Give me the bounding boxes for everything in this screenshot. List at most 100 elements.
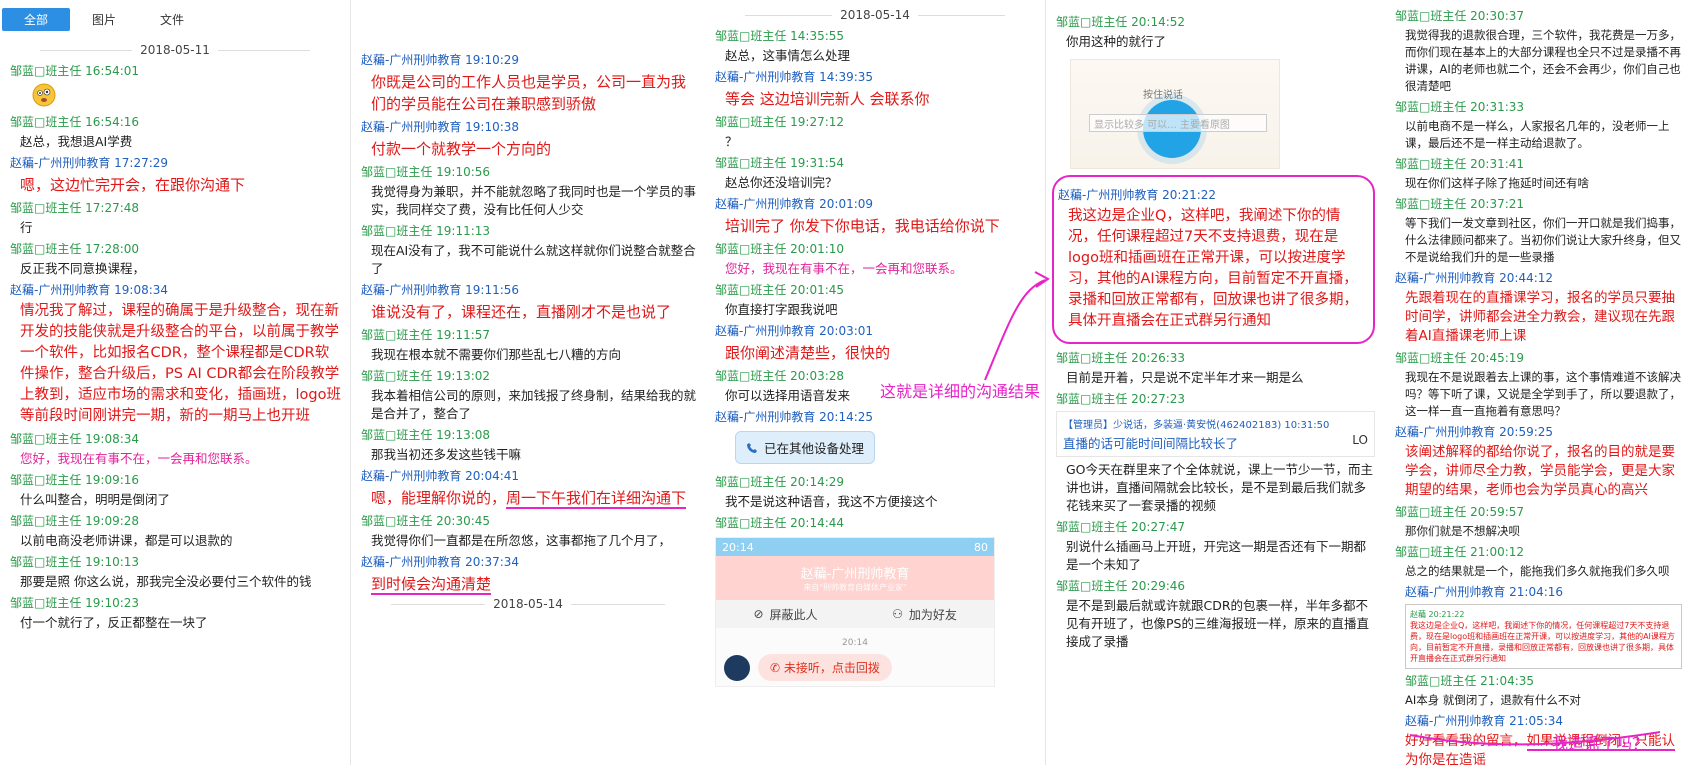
message-meta: 邹蓝□班主任 19:10:23 <box>10 596 140 610</box>
message: 邹蓝□班主任 20:59:57 那你们就是不想解决呗 <box>1395 504 1690 540</box>
date-divider: 2018-05-11 <box>0 43 350 57</box>
message-meta: 邹蓝□班主任 19:10:13 <box>10 555 140 569</box>
message: 邹蓝□班主任 19:10:56 我觉得身为兼职，并不能就忽略了我同时也是一个学员… <box>361 164 705 219</box>
message-text: 我觉得身为兼职，并不能就忽略了我同时也是一个学员的事实，我同样交了费，没有比任何… <box>371 184 697 217</box>
message-meta: 赵藊-广州刑帅教育 20:44:12 <box>1395 271 1554 285</box>
message: 赵藊-广州刑帅教育 20:03:01 跟你阐述清楚些，很快的 <box>715 323 1045 364</box>
add-friend-button[interactable]: ⚇ 加为好友 <box>855 600 994 628</box>
quoted-image[interactable]: 赵藊 20:21:22 我这边是企业Q，这样吧，我阐述下你的情况，任何课程超过7… <box>1405 604 1682 669</box>
message-text: 该阐述解释的都给你说了，报名的目的就是要学会，讲师尽全力教，学员能学会，更是大家… <box>1405 444 1675 498</box>
message: 邹蓝□班主任 19:10:13 那要是照 你这么说，那我完全没必要付三个软件的钱 <box>10 554 350 591</box>
message-meta: 邹蓝□班主任 19:09:28 <box>10 514 140 528</box>
message-text: 你用这种的就行了 <box>1066 34 1167 49</box>
chat-column-1: 全部 图片 文件 2018-05-11 邹蓝□班主任 16:54:01 邹蓝□班… <box>0 0 350 765</box>
message-meta: 邹蓝□班主任 19:09:16 <box>10 473 140 487</box>
voice-placeholder: 显示比较多 可以... 主要看原图 <box>1089 114 1267 132</box>
filter-tabs: 全部 图片 文件 <box>0 0 350 31</box>
message: 邹蓝□班主任 20:45:19 我现在不是说跟着去上课的事，这个事情难道不该解决… <box>1395 350 1690 420</box>
highlighted-message-box: 赵藊-广州刑帅教育 20:21:22 我这边是企业Q，这样吧，我阐述下你的情况，… <box>1052 175 1375 344</box>
message: 邹蓝□班主任 20:26:33 目前是开着，只是说不定半年才来一期是么 <box>1056 350 1385 387</box>
message-text: 嗯，这边忙完开会，在跟你沟通下 <box>20 176 246 194</box>
message: 邹蓝□班主任 20:27:23 <box>1056 391 1385 407</box>
message: GO今天在群里来了个全体就说，课上一节少一节，而主讲也讲，直播间隔就会比较长，是… <box>1056 461 1385 515</box>
message: 赵藊-广州刑帅教育 20:44:12 先跟着现在的直播课学习，报名的学员只要抽时… <box>1395 270 1690 346</box>
message-meta: 赵藊-广州刑帅教育 20:21:22 <box>1058 188 1217 202</box>
message: 邹蓝□班主任 20:30:45 我觉得你们一直都是在所忽悠，这事都拖了几个月了， <box>361 513 705 550</box>
message-meta: 赵藊-广州刑帅教育 17:27:29 <box>10 156 169 170</box>
message: 邹蓝□班主任 20:31:33 以前电商不是一样么，人家报名几年的，没老师一上课… <box>1395 99 1690 152</box>
message-text: 我这边是企业Q，这样吧，我阐述下你的情况，任何课程超过7天不支持退费，现在是lo… <box>1068 208 1358 329</box>
message-text: 现在AI没有了，我不可能说什么就这样就你们说整合就整合了 <box>371 243 696 276</box>
message-meta: 邹蓝□班主任 20:27:47 <box>1056 520 1186 534</box>
message-meta: 赵藊-广州刑帅教育 20:04:41 <box>361 469 520 483</box>
tab-images[interactable]: 图片 <box>70 8 138 31</box>
missed-call: ✆ 未接听，点击回拨 <box>724 654 994 681</box>
message: 赵藊-广州刑帅教育 17:27:29 嗯，这边忙完开会，在跟你沟通下 <box>10 155 350 196</box>
message-meta: 邹蓝□班主任 20:45:19 <box>1395 351 1525 365</box>
chat-column-2: 赵藊-广州刑帅教育 19:10:29 你既是公司的工作人员也是学员，公司一直为我… <box>350 0 705 765</box>
notice-text-row: 直播的话可能时间间隔比较长了 LO <box>1063 433 1368 452</box>
message-text: 以前电商不是一样么，人家报名几年的，没老师一上课，最后还不是一样主动给退款了。 <box>1405 119 1670 150</box>
message-meta: 邹蓝□班主任 20:14:52 <box>1056 15 1186 29</box>
date-divider: 2018-05-14 <box>705 8 1045 22</box>
message-meta: 赵藊-广州刑帅教育 14:39:35 <box>715 70 874 84</box>
tab-files[interactable]: 文件 <box>138 8 206 31</box>
message-meta: 邹蓝□班主任 20:14:29 <box>715 475 845 489</box>
message-text: 您好，我现在有事不在，一会再和您联系。 <box>725 261 963 276</box>
message: 赵藊-广州刑帅教育 19:08:34 情况我了解过，课程的确属于是升级整合，现在… <box>10 282 350 427</box>
message: 邹蓝□班主任 19:13:08 那我当初还多发这些钱干嘛 <box>361 427 705 464</box>
message: 邹蓝□班主任 17:27:48 行 <box>10 200 350 237</box>
message-meta: 邹蓝□班主任 14:35:55 <box>715 29 845 43</box>
message-text-underlined: 周一下午我们在详细沟通下 <box>506 489 687 509</box>
message-text: 你既是公司的工作人员也是学员，公司一直为我们的学员能在公司在兼职感到骄傲 <box>371 73 687 113</box>
message: 邹蓝□班主任 14:35:55 赵总，这事情怎么处理 <box>715 28 1045 65</box>
message: 赵藊-广州刑帅教育 21:04:16 <box>1395 584 1690 600</box>
message-text: 目前是开着，只是说不定半年才来一期是么 <box>1066 370 1304 385</box>
notice-tail: LO <box>1352 433 1368 447</box>
add-friend-icon: ⚇ <box>892 607 903 621</box>
message: 邹蓝□班主任 20:01:45 你直接打字跟我说吧 <box>715 282 1045 319</box>
message-meta: 赵藊-广州刑帅教育 19:11:56 <box>361 283 520 297</box>
message: 赵藊-广州刑帅教育 19:10:29 你既是公司的工作人员也是学员，公司一直为我… <box>361 52 705 115</box>
message-text: 我现在根本就不需要你们那些乱七八糟的方向 <box>371 347 622 362</box>
phone-battery: 80 <box>974 540 988 554</box>
phone-icon <box>747 442 757 453</box>
phone-screenshot: 20:14 80 赵藊-广州刑帅教育 来自"刑帅教育自媒体产业家" ⊘ 屏蔽此人 … <box>715 537 995 687</box>
phone-actions: ⊘ 屏蔽此人 ⚇ 加为好友 <box>716 600 994 628</box>
block-icon: ⊘ <box>753 607 764 621</box>
message-meta: 邹蓝□班主任 20:01:10 <box>715 242 845 256</box>
message-meta: 邹蓝□班主任 20:01:45 <box>715 283 845 297</box>
message: 邹蓝□班主任 21:04:35 AI本身 就倒闭了，退款有什么不对 <box>1395 673 1690 709</box>
message: 邹蓝□班主任 17:28:00 反正我不同意换课程， <box>10 241 350 278</box>
block-label: 屏蔽此人 <box>769 607 818 622</box>
message: 赵藊-广州刑帅教育 19:11:56 谁说没有了，课程还在，直播刚才不是也说了 <box>361 282 705 323</box>
message-text: 跟你阐述清楚些，很快的 <box>725 344 891 362</box>
message-text-part: 嗯，能理解你说的， <box>371 489 507 507</box>
message: 邹蓝□班主任 19:08:34 您好，我现在有事不在，一会再和您联系。 <box>10 431 350 468</box>
message-text: 你直接打字跟我说吧 <box>725 302 838 317</box>
message-meta: 赵藊-广州刑帅教育 19:10:38 <box>361 120 520 134</box>
message: 邹蓝□班主任 19:13:02 我本着相信公司的原则，来加钱报了终身制，结果给我… <box>361 368 705 423</box>
missed-call-pill[interactable]: ✆ 未接听，点击回拨 <box>758 654 892 681</box>
call-status-pill[interactable]: 已在其他设备处理 <box>735 431 876 464</box>
chat-column-5: 邹蓝□班主任 20:30:37 我觉得我的退款很合理，三个软件，我花费是一万多，… <box>1385 0 1690 765</box>
phone-contact-source: 来自"刑帅教育自媒体产业家" <box>803 583 907 592</box>
message-meta: 邹蓝□班主任 20:30:37 <box>1395 9 1525 23</box>
message-meta: 邹蓝□班主任 21:00:12 <box>1395 545 1525 559</box>
message-text: 我觉得我的退款很合理，三个软件，我花费是一万多，而你们现在基本上的大部分课程也全… <box>1405 28 1681 93</box>
message-meta: 邹蓝□班主任 17:27:48 <box>10 201 140 215</box>
message-meta: 赵藊-广州刑帅教育 19:10:29 <box>361 53 520 67</box>
tab-all[interactable]: 全部 <box>2 8 71 31</box>
message-text: 我现在不是说跟着去上课的事，这个事情难道不该解决吗？等下听了课，又说是全学到手了… <box>1405 370 1681 418</box>
voice-input-widget[interactable]: 按住说话 显示比较多 可以... 主要看原图 <box>1070 59 1280 169</box>
message-meta: 赵藊-广州刑帅教育 20:59:25 <box>1395 425 1554 439</box>
message-meta: 邹蓝□班主任 20:59:57 <box>1395 505 1525 519</box>
message-text: 赵总你还没培训完？ <box>725 175 838 190</box>
message: 赵藊-广州刑帅教育 14:39:35 等会 这边培训完新人 会联系你 <box>715 69 1045 110</box>
message-text: 到时候会沟通清楚 <box>371 573 697 595</box>
message-text: 付款一个就教学一个方向的 <box>371 140 552 158</box>
message-text: 我不是说这种语音，我这不方便接这个 <box>725 494 938 509</box>
phone-icon: ✆ <box>770 661 784 675</box>
block-button[interactable]: ⊘ 屏蔽此人 <box>716 600 855 628</box>
message-meta: 赵藊-广州刑帅教育 20:01:09 <box>715 197 874 211</box>
